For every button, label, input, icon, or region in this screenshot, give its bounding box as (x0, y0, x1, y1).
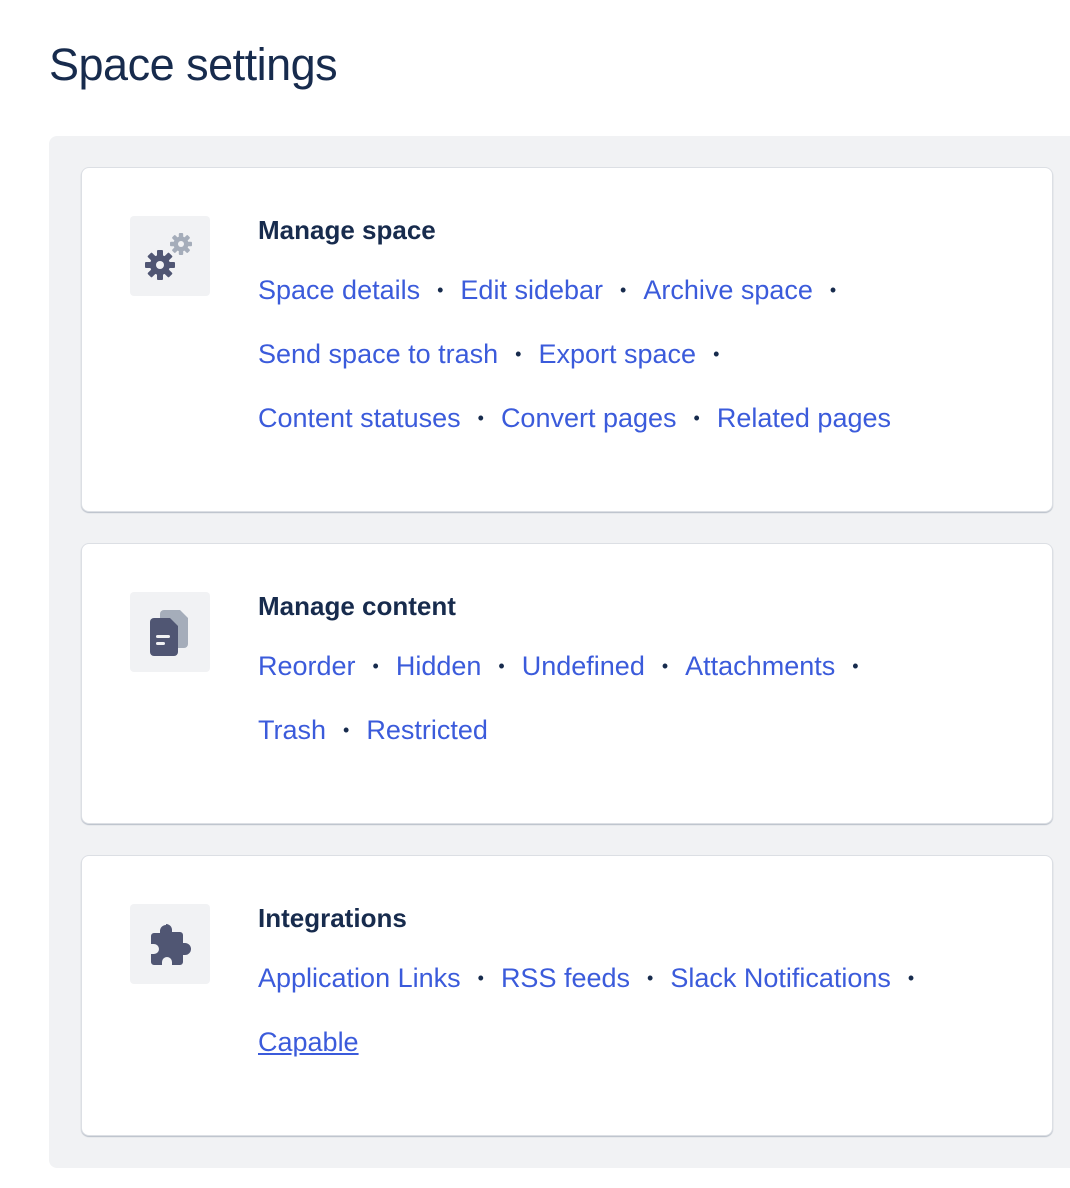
link-application-links[interactable]: Application Links (258, 963, 461, 993)
section-links: Application Links • RSS feeds • Slack Notifi… (258, 946, 1012, 1074)
section-links: Reorder • Hidden • Undefined • Attachments • Tr… (258, 634, 1012, 762)
separator-dot: • (852, 655, 859, 676)
page-title: Space settings (49, 39, 338, 90)
separator-dot: • (620, 279, 627, 300)
link-edit-sidebar[interactable]: Edit sidebar (460, 275, 603, 305)
separator-dot: • (907, 967, 915, 988)
section-title: Integrations (258, 903, 407, 933)
card-manage-space: Manage space Space details • Edit sidebar •… (81, 167, 1053, 512)
separator-dot: • (647, 967, 654, 988)
separator-dot: • (498, 655, 505, 676)
separator-dot: • (661, 655, 669, 676)
link-attachments[interactable]: Attachments (685, 651, 835, 681)
section-links: Space details • Edit sidebar • Archive space… (258, 258, 1012, 450)
separator-dot: • (437, 279, 444, 300)
link-hidden[interactable]: Hidden (396, 651, 482, 681)
link-trash[interactable]: Trash (258, 715, 326, 745)
card-manage-content: Manage content Reorder • Hidden • Undefined •… (81, 543, 1053, 824)
section-title: Manage space (258, 215, 436, 245)
link-content-statuses[interactable]: Content statuses (258, 403, 461, 433)
separator-dot: • (693, 407, 700, 428)
link-capable[interactable]: Capable (258, 1027, 359, 1057)
link-space-details[interactable]: Space details (258, 275, 420, 305)
card-integrations: Integrations Application Links • RSS feeds… (81, 855, 1053, 1136)
separator-dot: • (477, 967, 484, 988)
link-archive-space[interactable]: Archive space (643, 275, 813, 305)
separator-dot: • (343, 719, 350, 740)
gears-icon (130, 216, 210, 296)
separator-dot: • (713, 343, 720, 364)
link-related-pages[interactable]: Related pages (717, 403, 891, 433)
link-convert-pages[interactable]: Convert pages (501, 403, 677, 433)
puzzle-icon (130, 904, 210, 984)
card-body: Integrations Application Links • RSS feeds… (258, 902, 1012, 1074)
link-rss-feeds[interactable]: RSS feeds (501, 963, 630, 993)
separator-dot: • (829, 279, 837, 300)
link-undefined[interactable]: Undefined (522, 651, 645, 681)
separator-dot: • (477, 407, 484, 428)
settings-panel: Manage space Space details • Edit sidebar •… (49, 136, 1070, 1168)
separator-dot: • (515, 343, 522, 364)
link-send-space-to-trash[interactable]: Send space to trash (258, 339, 498, 369)
link-reorder[interactable]: Reorder (258, 651, 356, 681)
separator-dot: • (372, 655, 379, 676)
link-restricted[interactable]: Restricted (366, 715, 488, 745)
documents-icon (130, 592, 210, 672)
card-body: Manage content Reorder • Hidden • Undefined •… (258, 590, 1012, 762)
card-body: Manage space Space details • Edit sidebar •… (258, 214, 1012, 450)
link-export-space[interactable]: Export space (538, 339, 696, 369)
link-slack-notifications[interactable]: Slack Notifications (670, 963, 891, 993)
section-title: Manage content (258, 591, 456, 621)
